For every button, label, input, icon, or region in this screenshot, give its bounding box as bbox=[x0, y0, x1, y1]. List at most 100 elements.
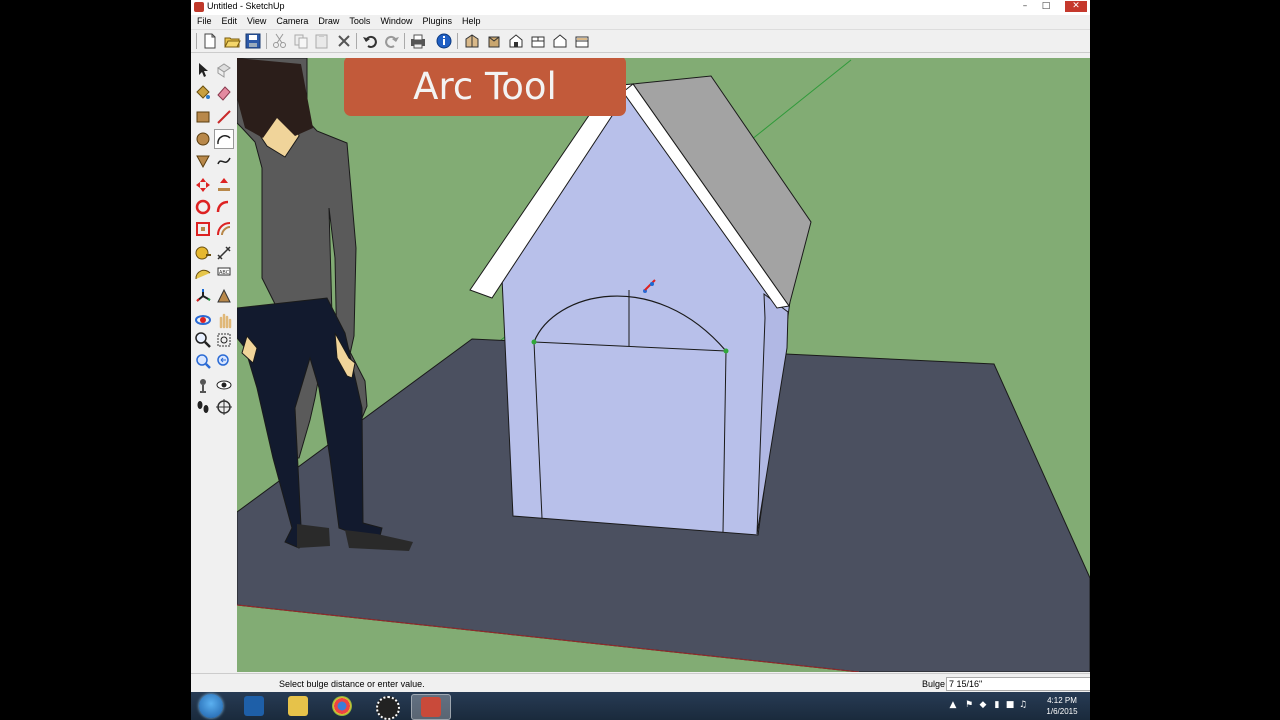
arc-endpoint-right bbox=[723, 348, 729, 354]
undo-icon[interactable] bbox=[361, 32, 379, 50]
metro-app-icon bbox=[244, 696, 264, 716]
arc-endpoint-left bbox=[531, 339, 537, 345]
standard-toolbar bbox=[191, 30, 1090, 53]
rotate-icon[interactable] bbox=[194, 198, 212, 216]
arc-tool-banner: Arc Tool bbox=[344, 58, 626, 116]
measurements-input[interactable]: 7 15/16" bbox=[946, 677, 1090, 691]
menu-tools[interactable]: Tools bbox=[344, 15, 375, 29]
cut-icon[interactable] bbox=[271, 32, 289, 50]
sketchup-window: Untitled - SketchUp – □ ✕ File Edit View… bbox=[191, 0, 1090, 692]
menu-draw[interactable]: Draw bbox=[313, 15, 344, 29]
protractor-icon[interactable] bbox=[194, 265, 212, 283]
windows-taskbar: ▲ ⚑ ◆ ▮ ■ ♫ 4:12 PM 1/6/2015 bbox=[191, 692, 1090, 720]
3d-text-icon[interactable] bbox=[215, 287, 233, 305]
right-view-icon[interactable] bbox=[529, 32, 547, 50]
push-pull-icon[interactable] bbox=[215, 176, 233, 194]
toolbar-divider bbox=[196, 33, 197, 49]
folder-icon bbox=[288, 696, 308, 716]
taskbar-metro-app[interactable] bbox=[235, 694, 273, 718]
network-icon[interactable]: ■ bbox=[1005, 700, 1015, 711]
taskbar-sketchup[interactable] bbox=[411, 694, 451, 720]
line-icon[interactable] bbox=[215, 108, 233, 126]
top-view-icon[interactable] bbox=[485, 32, 503, 50]
zoom-extents-icon[interactable] bbox=[194, 352, 212, 370]
menu-plugins[interactable]: Plugins bbox=[417, 15, 457, 29]
start-button[interactable] bbox=[199, 694, 223, 718]
walk-icon[interactable] bbox=[194, 398, 212, 416]
battery-icon[interactable]: ▮ bbox=[992, 700, 1002, 711]
minimize-button[interactable]: – bbox=[1018, 1, 1032, 12]
position-camera-icon[interactable] bbox=[194, 376, 212, 394]
make-component-icon[interactable] bbox=[215, 61, 233, 79]
redo-icon[interactable] bbox=[383, 32, 401, 50]
volume-icon[interactable]: ♫ bbox=[1018, 700, 1028, 711]
erase-icon[interactable] bbox=[335, 32, 353, 50]
title-bar[interactable]: Untitled - SketchUp – □ ✕ bbox=[191, 0, 1090, 15]
section-plane-icon[interactable] bbox=[215, 398, 233, 416]
eraser-icon[interactable] bbox=[215, 83, 233, 101]
text-icon[interactable]: ABC bbox=[215, 265, 233, 283]
model-info-icon[interactable] bbox=[435, 32, 453, 50]
taskbar-file-explorer[interactable] bbox=[279, 694, 317, 718]
front-view-icon[interactable] bbox=[507, 32, 525, 50]
menu-view[interactable]: View bbox=[242, 15, 271, 29]
clock-date[interactable]: 1/6/2015 bbox=[1038, 707, 1086, 716]
save-icon[interactable] bbox=[244, 32, 262, 50]
zoom-window-icon[interactable] bbox=[215, 331, 233, 349]
toolbar-divider bbox=[266, 33, 267, 49]
measurements-label: Bulge bbox=[922, 679, 946, 689]
maximize-button[interactable]: □ bbox=[1039, 1, 1053, 12]
arc-icon[interactable] bbox=[214, 129, 234, 149]
menu-file[interactable]: File bbox=[191, 15, 217, 29]
clock-time[interactable]: 4:12 PM bbox=[1038, 696, 1086, 705]
taskbar-chrome[interactable] bbox=[323, 694, 361, 718]
polygon-icon[interactable] bbox=[194, 152, 212, 170]
sketchup-icon bbox=[421, 697, 441, 717]
previous-icon[interactable] bbox=[215, 352, 233, 370]
flag-icon[interactable]: ⚑ bbox=[964, 700, 974, 711]
paint-bucket-icon[interactable] bbox=[194, 83, 212, 101]
menu-help[interactable]: Help bbox=[457, 15, 486, 29]
zoom-icon[interactable] bbox=[194, 331, 212, 349]
menu-edit[interactable]: Edit bbox=[217, 15, 243, 29]
rectangle-icon[interactable] bbox=[194, 108, 212, 126]
open-icon[interactable] bbox=[223, 32, 241, 50]
toolbar-divider bbox=[404, 33, 405, 49]
dropbox-icon[interactable]: ◆ bbox=[978, 700, 988, 711]
new-icon[interactable] bbox=[201, 32, 219, 50]
look-around-icon[interactable] bbox=[215, 376, 233, 394]
iso-view-icon[interactable] bbox=[463, 32, 481, 50]
circle-icon[interactable] bbox=[194, 130, 212, 148]
close-button[interactable]: ✕ bbox=[1065, 1, 1087, 12]
offset-icon[interactable] bbox=[215, 220, 233, 238]
taskbar-media-app[interactable] bbox=[367, 694, 405, 720]
follow-me-icon[interactable] bbox=[215, 198, 233, 216]
menu-camera[interactable]: Camera bbox=[271, 15, 313, 29]
axes-icon[interactable] bbox=[194, 287, 212, 305]
svg-text:ABC: ABC bbox=[219, 270, 230, 276]
select-icon[interactable] bbox=[194, 61, 212, 79]
left-view-icon[interactable] bbox=[573, 32, 591, 50]
3d-scene bbox=[237, 58, 1090, 672]
status-bar: Select bulge distance or enter value. Bu… bbox=[191, 673, 1090, 692]
back-view-icon[interactable] bbox=[551, 32, 569, 50]
scale-icon[interactable] bbox=[194, 220, 212, 238]
dimension-icon[interactable] bbox=[215, 244, 233, 262]
menu-window[interactable]: Window bbox=[375, 15, 417, 29]
pan-icon[interactable] bbox=[215, 311, 233, 329]
show-hidden-icons-icon[interactable]: ▲ bbox=[948, 700, 958, 711]
toolbar-divider bbox=[457, 33, 458, 49]
chrome-icon bbox=[332, 696, 352, 716]
menu-bar: File Edit View Camera Draw Tools Window … bbox=[191, 15, 1090, 30]
copy-icon[interactable] bbox=[292, 32, 310, 50]
tape-measure-icon[interactable] bbox=[194, 244, 212, 262]
orbit-icon[interactable] bbox=[194, 311, 212, 329]
freehand-icon[interactable] bbox=[215, 152, 233, 170]
move-icon[interactable] bbox=[194, 176, 212, 194]
sketchup-app-icon bbox=[194, 2, 204, 12]
paste-icon[interactable] bbox=[313, 32, 331, 50]
print-icon[interactable] bbox=[409, 32, 427, 50]
status-hint: Select bulge distance or enter value. bbox=[279, 679, 425, 689]
drawing-toolbar: ABC bbox=[191, 58, 238, 672]
drawing-viewport[interactable]: Arc Tool bbox=[237, 58, 1090, 672]
